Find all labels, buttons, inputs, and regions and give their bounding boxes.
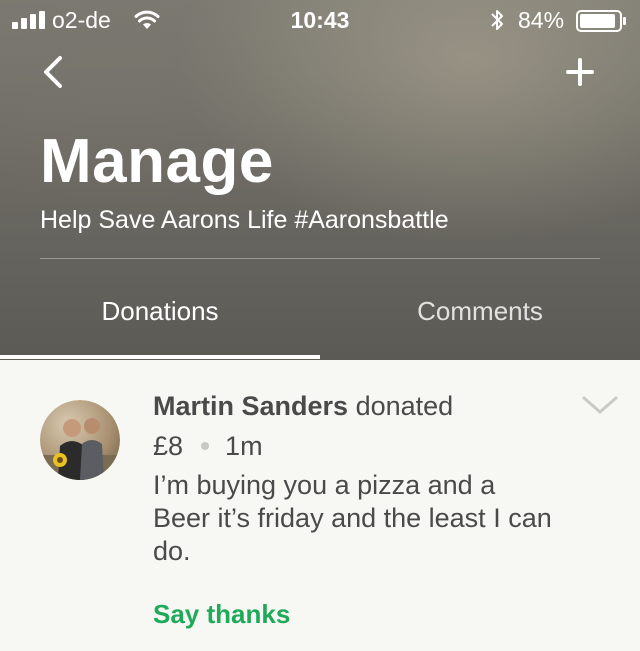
donation-meta: £8 1m: [153, 431, 263, 462]
avatar: [40, 400, 120, 480]
donor-name[interactable]: Martin Sanders: [153, 391, 348, 421]
header: o2-de 10:43 84% Manage Help Save Aarons …: [0, 0, 640, 360]
tab-donations[interactable]: Donations: [0, 296, 320, 327]
donation-action: donated: [355, 391, 454, 421]
battery-icon: [576, 10, 626, 32]
header-divider: [40, 258, 600, 259]
donation-headline: Martin Sanders donated: [153, 391, 453, 422]
plus-icon[interactable]: [560, 52, 600, 92]
donation-amount: £8: [153, 431, 184, 461]
chevron-left-icon[interactable]: [36, 50, 76, 94]
donation-time: 1m: [225, 431, 263, 461]
say-thanks-button[interactable]: Say thanks: [153, 599, 290, 630]
donation-message: I’m buying you a pizza and a Beer it’s f…: [153, 470, 552, 566]
separator-dot: [201, 441, 210, 450]
active-tab-indicator: [0, 355, 320, 359]
chevron-down-icon[interactable]: [580, 392, 620, 418]
status-bar: o2-de 10:43 84%: [0, 0, 640, 40]
tab-comments[interactable]: Comments: [320, 296, 640, 327]
page-title: Manage: [40, 127, 274, 196]
campaign-subtitle: Help Save Aarons Life #Aaronsbattle: [40, 206, 449, 234]
battery-percent: 84%: [518, 7, 565, 33]
bluetooth-icon: [491, 10, 503, 30]
